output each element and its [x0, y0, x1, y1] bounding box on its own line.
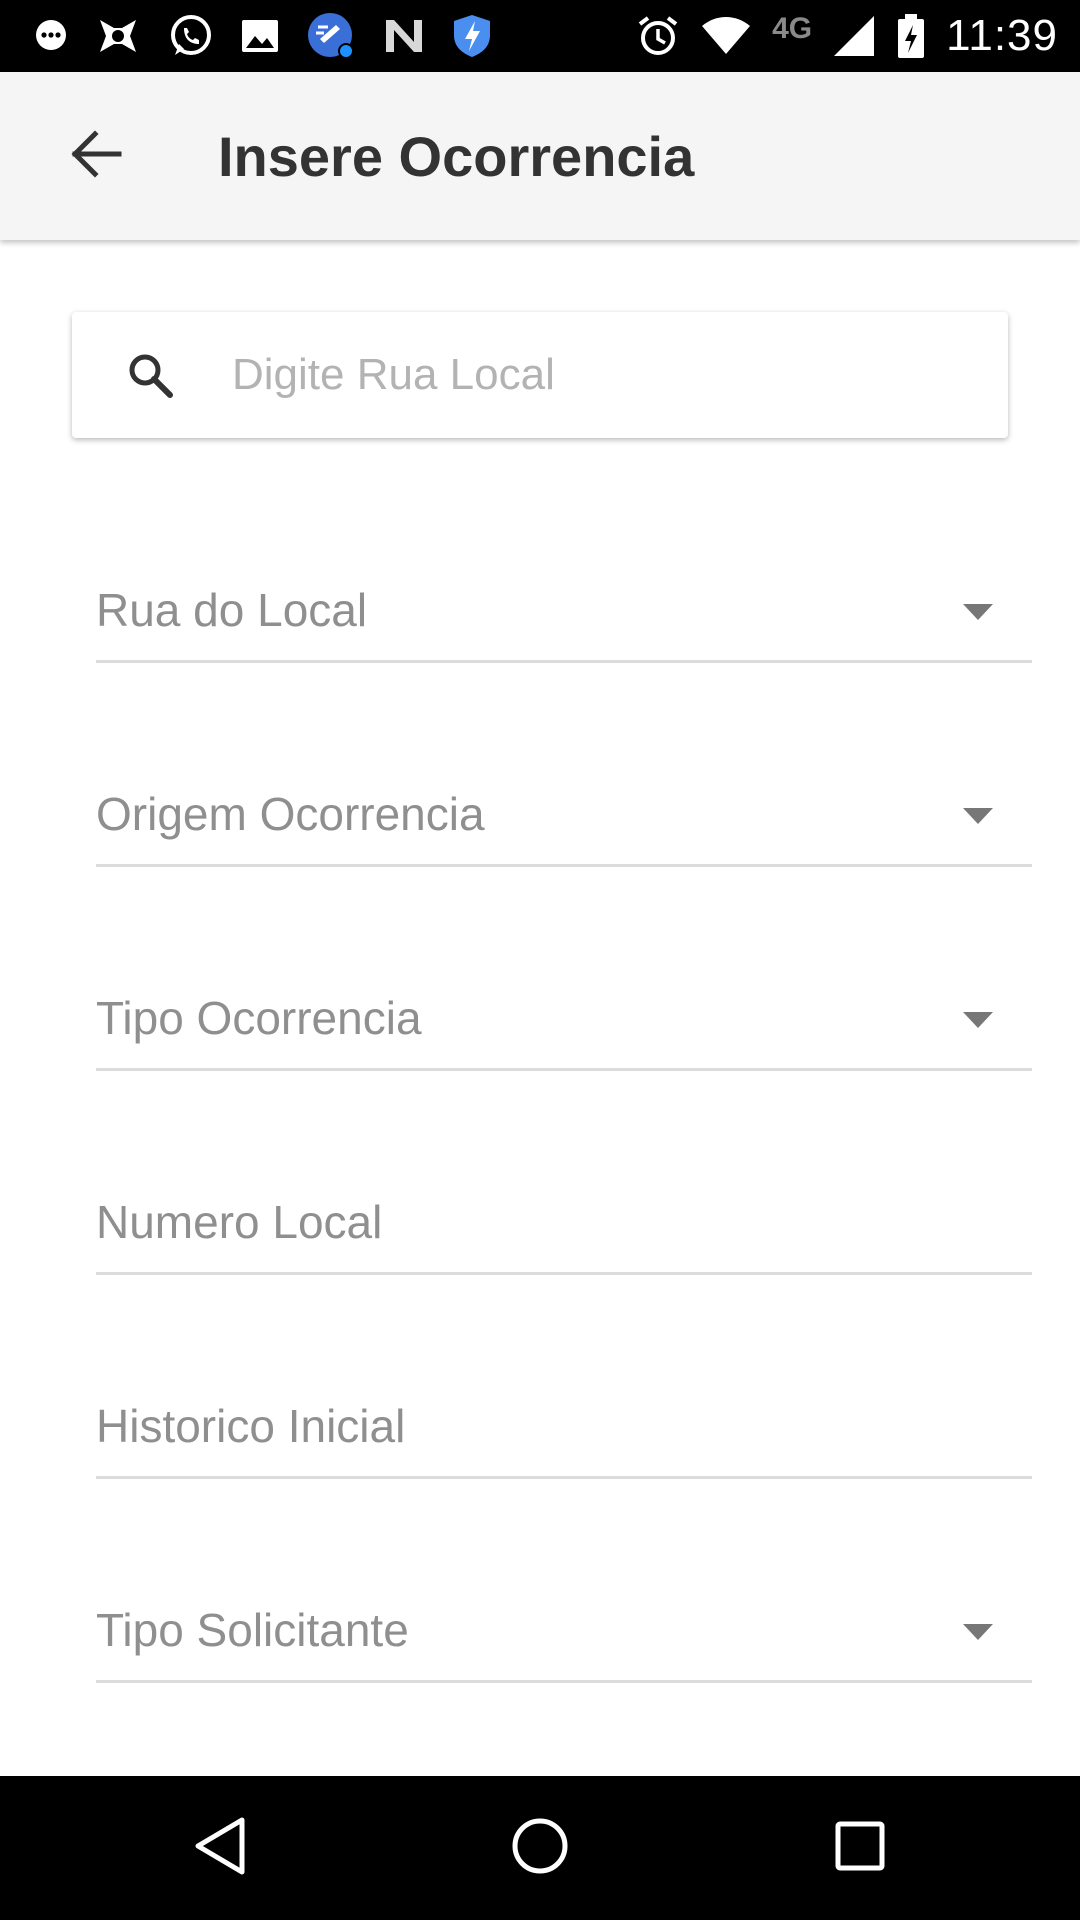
dropdown-arrow-icon — [962, 602, 994, 622]
search-input[interactable] — [232, 350, 932, 400]
status-bar: 4G 11:39 — [0, 0, 1080, 72]
dropdown-arrow-icon — [962, 1622, 994, 1642]
page-title: Insere Ocorrencia — [218, 124, 695, 188]
tipo-ocorrencia-dropdown[interactable]: Tipo Ocorrencia — [96, 971, 1032, 1071]
alarm-icon — [636, 14, 680, 58]
cleaner-icon — [306, 11, 356, 61]
dropdown-arrow-icon — [962, 1010, 994, 1030]
battery-charging-icon — [896, 13, 926, 59]
clock: 11:39 — [946, 11, 1058, 60]
network-type: 4G — [772, 12, 813, 45]
back-triangle-icon — [192, 1816, 248, 1881]
app-icon — [94, 14, 142, 58]
screen: 4G 11:39 Insere Ocorrencia Rua do Local — [0, 0, 1080, 1920]
system-icons: 4G 11:39 — [616, 11, 1058, 61]
dropdown-arrow-icon — [962, 806, 994, 826]
search-icon — [124, 349, 176, 401]
nav-recents-button[interactable] — [800, 1788, 920, 1908]
arrow-back-icon — [69, 129, 123, 183]
home-circle-icon — [510, 1816, 570, 1881]
gallery-icon — [240, 16, 280, 56]
field-label: Tipo Solicitante — [96, 1603, 409, 1656]
field-label: Numero Local — [96, 1195, 383, 1248]
navigation-bar — [0, 1776, 1080, 1920]
numero-local-field[interactable]: Numero Local — [96, 1175, 1032, 1275]
tipo-solicitante-dropdown[interactable]: Tipo Solicitante — [96, 1583, 1032, 1683]
n-app-icon — [382, 16, 426, 56]
back-button[interactable] — [46, 106, 146, 206]
field-label: Rua do Local — [96, 583, 368, 636]
nav-home-button[interactable] — [480, 1788, 600, 1908]
signal-icon — [832, 14, 876, 58]
chat-bubble-icon — [34, 19, 68, 53]
wifi-icon — [700, 16, 752, 56]
nav-back-button[interactable] — [160, 1788, 280, 1908]
whatsapp-icon — [168, 13, 214, 59]
recents-square-icon — [834, 1820, 886, 1877]
rua-do-local-dropdown[interactable]: Rua do Local — [96, 563, 1032, 663]
search-box[interactable] — [72, 312, 1008, 438]
field-label: Origem Ocorrencia — [96, 787, 485, 840]
app-bar: Insere Ocorrencia — [0, 72, 1080, 240]
shield-icon — [452, 13, 492, 59]
notification-icons — [34, 11, 518, 61]
field-label: Historico Inicial — [96, 1399, 406, 1452]
origem-ocorrencia-dropdown[interactable]: Origem Ocorrencia — [96, 767, 1032, 867]
historico-inicial-field[interactable]: Historico Inicial — [96, 1379, 1032, 1479]
field-label: Tipo Ocorrencia — [96, 991, 422, 1044]
